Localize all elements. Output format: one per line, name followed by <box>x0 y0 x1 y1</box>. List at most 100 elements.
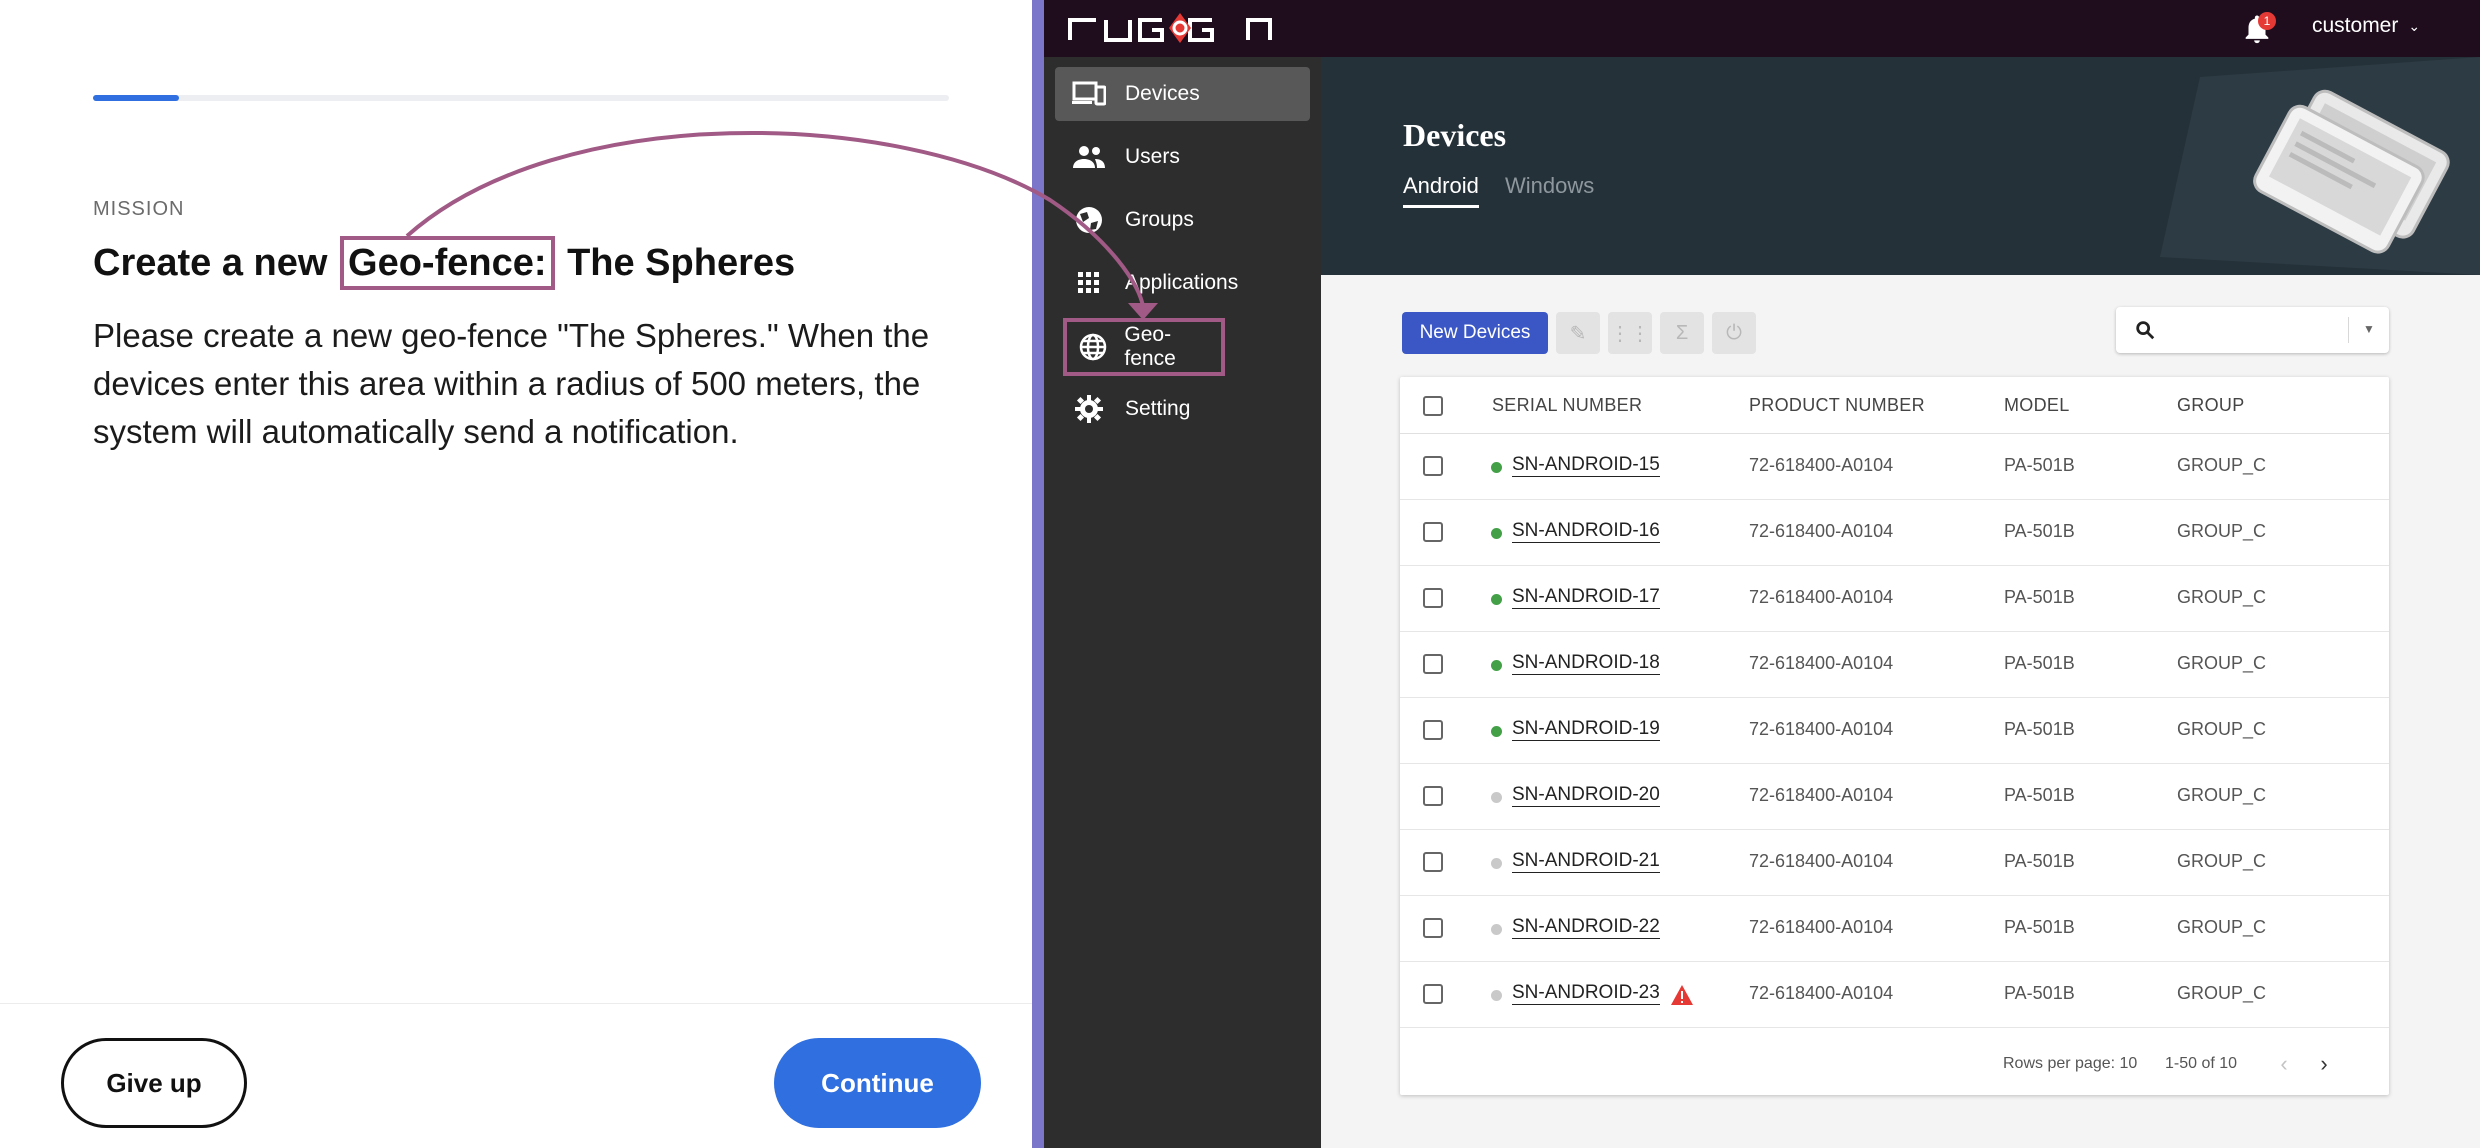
product-number-cell: 72-618400-A0104 <box>1749 587 1894 607</box>
page-banner: Devices Android Windows <box>1321 57 2480 275</box>
model-cell: PA-501B <box>2004 587 2075 607</box>
row-checkbox[interactable] <box>1423 984 1443 1004</box>
rows-per-page[interactable]: Rows per page: 10 <box>2003 1055 2137 1073</box>
table-row[interactable]: SN-ANDROID-20 72-618400-A0104 PA-501B GROUP… <box>1400 764 2389 830</box>
group-cell: GROUP_C <box>2177 983 2267 1003</box>
row-checkbox[interactable] <box>1423 522 1443 542</box>
serial-number-link[interactable]: SN-ANDROID-19 <box>1512 718 1660 741</box>
serial-number-link[interactable]: SN-ANDROID-20 <box>1512 784 1660 807</box>
serial-number-link[interactable]: SN-ANDROID-23 <box>1512 982 1660 1005</box>
continue-button[interactable]: Continue <box>774 1038 981 1128</box>
sidebar-item-label: Devices <box>1125 82 1200 105</box>
users-icon <box>1069 137 1109 177</box>
new-devices-button[interactable]: New Devices <box>1402 312 1548 354</box>
grid-icon[interactable]: ⋮⋮ <box>1608 312 1652 354</box>
mission-label: MISSION <box>93 198 185 220</box>
tablet-illustration <box>2160 57 2480 275</box>
serial-number-link[interactable]: SN-ANDROID-18 <box>1512 652 1660 675</box>
footer-divider <box>0 1003 1032 1004</box>
table-header: SERIAL NUMBER PRODUCT NUMBER MODEL GROUP <box>1400 377 2389 434</box>
prev-page-icon[interactable]: ‹ <box>2272 1051 2296 1076</box>
model-cell: PA-501B <box>2004 851 2075 871</box>
serial-number-link[interactable]: SN-ANDROID-16 <box>1512 520 1660 543</box>
product-number-cell: 72-618400-A0104 <box>1749 917 1894 937</box>
serial-number-link[interactable]: SN-ANDROID-17 <box>1512 586 1660 609</box>
search-icon <box>2136 321 2155 340</box>
globe-icon <box>1073 327 1112 367</box>
table-row[interactable]: SN-ANDROID-21 72-618400-A0104 PA-501B GROUP… <box>1400 830 2389 896</box>
table-row[interactable]: SN-ANDROID-23 72-618400-A0104 PA-501B GROUP… <box>1400 962 2389 1028</box>
row-checkbox[interactable] <box>1423 588 1443 608</box>
status-dot <box>1491 792 1502 803</box>
serial-number-link[interactable]: SN-ANDROID-15 <box>1512 454 1660 477</box>
sidebar-item-geo-fence[interactable]: Geo-fence <box>1063 318 1225 376</box>
status-dot <box>1491 462 1502 473</box>
mission-title-suffix: The Spheres <box>567 242 796 284</box>
product-number-cell: 72-618400-A0104 <box>1749 521 1894 541</box>
status-dot <box>1491 660 1502 671</box>
give-up-button[interactable]: Give up <box>61 1038 247 1128</box>
column-group[interactable]: GROUP <box>2177 395 2245 416</box>
page-range: 1-50 of 10 <box>2165 1055 2238 1072</box>
group-cell: GROUP_C <box>2177 521 2267 541</box>
row-checkbox[interactable] <box>1423 654 1443 674</box>
table-footer: Rows per page: 10 1-50 of 10 ‹ › <box>1400 1034 2389 1095</box>
select-all-checkbox[interactable] <box>1423 396 1443 416</box>
model-cell: PA-501B <box>2004 719 2075 739</box>
top-bar: 1 customer ⌄ <box>1044 0 2480 57</box>
row-checkbox[interactable] <box>1423 456 1443 476</box>
tab-windows[interactable]: Windows <box>1505 173 1594 205</box>
model-cell: PA-501B <box>2004 983 2075 1003</box>
sidebar-item-label: Setting <box>1125 397 1191 420</box>
mission-title-prefix: Create a new <box>93 242 328 284</box>
next-page-icon[interactable]: › <box>2312 1051 2336 1076</box>
sidebar-item-label: Groups <box>1125 208 1194 231</box>
notification-badge: 1 <box>2258 12 2276 30</box>
user-name: customer <box>2312 14 2399 37</box>
product-number-cell: 72-618400-A0104 <box>1749 851 1894 871</box>
sidebar-item-setting[interactable]: Setting <box>1055 382 1310 436</box>
status-dot <box>1491 858 1502 869</box>
row-checkbox[interactable] <box>1423 852 1443 872</box>
group-cell: GROUP_C <box>2177 587 2267 607</box>
row-checkbox[interactable] <box>1423 918 1443 938</box>
column-model[interactable]: MODEL <box>2004 395 2070 416</box>
product-number-cell: 72-618400-A0104 <box>1749 983 1894 1003</box>
table-row[interactable]: SN-ANDROID-17 72-618400-A0104 PA-501B GROUP… <box>1400 566 2389 632</box>
table-row[interactable]: SN-ANDROID-19 72-618400-A0104 PA-501B GROUP… <box>1400 698 2389 764</box>
table-row[interactable]: SN-ANDROID-18 72-618400-A0104 PA-501B GROUP… <box>1400 632 2389 698</box>
devices-table: SERIAL NUMBER PRODUCT NUMBER MODEL GROUP… <box>1400 377 2389 1095</box>
sidebar-item-devices[interactable]: Devices <box>1055 67 1310 121</box>
table-row[interactable]: SN-ANDROID-22 72-618400-A0104 PA-501B GROUP… <box>1400 896 2389 962</box>
edit-icon[interactable]: ✎ <box>1556 312 1600 354</box>
tab-android[interactable]: Android <box>1403 173 1479 208</box>
product-number-cell: 72-618400-A0104 <box>1749 455 1894 475</box>
page-title: Devices <box>1403 117 1507 153</box>
user-menu[interactable]: customer ⌄ <box>2312 14 2420 38</box>
status-dot <box>1491 990 1502 1001</box>
column-serial-number[interactable]: SERIAL NUMBER <box>1492 395 1642 416</box>
search-filter-dropdown-icon[interactable]: ▼ <box>2359 319 2379 339</box>
power-icon[interactable]: ⏻ <box>1712 312 1756 354</box>
search-box[interactable]: ▼ <box>2116 307 2389 353</box>
sidebar-item-applications[interactable]: Applications <box>1055 256 1310 310</box>
serial-number-link[interactable]: SN-ANDROID-21 <box>1512 850 1660 873</box>
sidebar-item-groups[interactable]: Groups <box>1055 193 1310 247</box>
row-checkbox[interactable] <box>1423 720 1443 740</box>
sidebar-item-users[interactable]: Users <box>1055 130 1310 184</box>
sigma-icon[interactable]: Σ <box>1660 312 1704 354</box>
product-number-cell: 72-618400-A0104 <box>1749 719 1894 739</box>
sidebar-item-label: Geo-fence <box>1124 323 1176 370</box>
search-separator <box>2348 317 2349 343</box>
model-cell: PA-501B <box>2004 653 2075 673</box>
table-row[interactable]: SN-ANDROID-16 72-618400-A0104 PA-501B GROUP… <box>1400 500 2389 566</box>
group-cell: GROUP_C <box>2177 455 2267 475</box>
serial-number-link[interactable]: SN-ANDROID-22 <box>1512 916 1660 939</box>
ruggon-logo[interactable] <box>1066 10 1276 46</box>
table-row[interactable]: SN-ANDROID-15 72-618400-A0104 PA-501B GROUP… <box>1400 434 2389 500</box>
column-product-number[interactable]: PRODUCT NUMBER <box>1749 395 1925 416</box>
status-dot <box>1491 528 1502 539</box>
status-dot <box>1491 726 1502 737</box>
row-checkbox[interactable] <box>1423 786 1443 806</box>
mission-progress-fill <box>93 95 179 101</box>
